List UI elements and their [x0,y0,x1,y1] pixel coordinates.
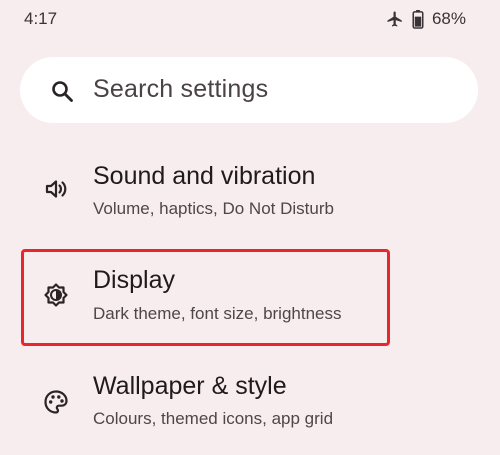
palette-icon [42,388,70,416]
highlight-box [21,249,390,346]
search-icon [50,79,74,103]
settings-item-sound[interactable]: Sound and vibration Volume, haptics, Do … [0,150,500,240]
item-title: Wallpaper & style [93,372,287,400]
battery-icon [412,9,424,29]
status-bar: 4:17 68% [0,0,500,40]
item-subtitle: Colours, themed icons, app grid [93,409,334,428]
status-icons: 68% [386,9,466,29]
airplane-mode-icon [386,10,404,28]
battery-percent: 68% [431,9,466,28]
item-subtitle: Volume, haptics, Do Not Disturb [93,199,334,218]
speaker-icon [42,175,70,203]
item-title: Sound and vibration [93,162,316,190]
status-time: 4:17 [24,9,58,28]
search-placeholder: Search settings [93,75,269,103]
search-bar[interactable]: Search settings [20,57,478,123]
settings-item-wallpaper[interactable]: Wallpaper & style Colours, themed icons,… [0,362,500,452]
